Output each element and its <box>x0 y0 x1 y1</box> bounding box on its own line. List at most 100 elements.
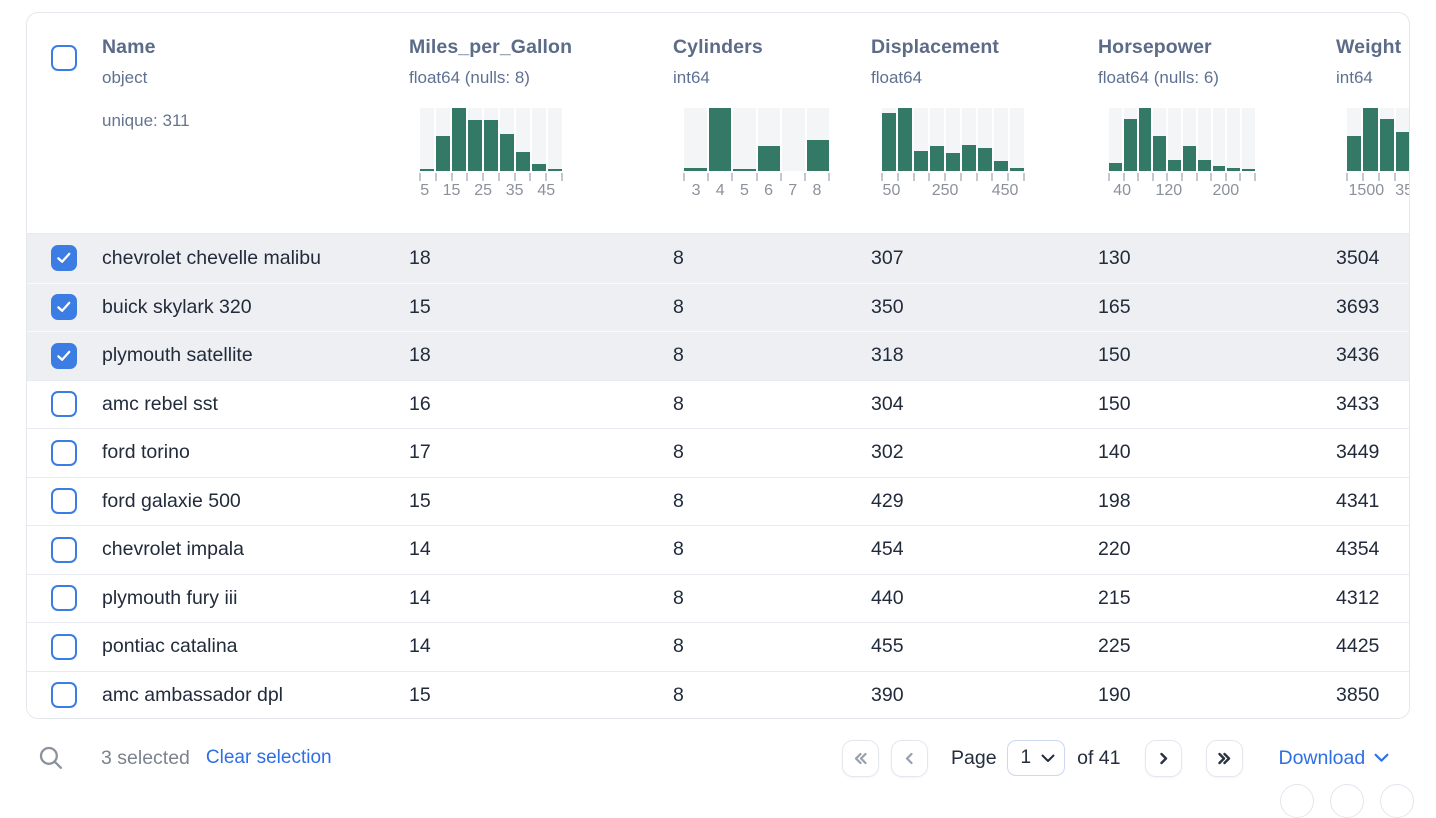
table-row[interactable]: chevrolet impala 14 8 454 220 4354 <box>27 525 1409 574</box>
cell-mpg: 14 <box>409 575 673 623</box>
table-row[interactable]: chevrolet chevelle malibu 18 8 307 130 3… <box>27 234 1409 283</box>
column-unique-count: unique: 311 <box>102 110 190 131</box>
column-type: float64 <box>871 67 1098 88</box>
header-cell-horsepower: Horsepower float64 (nulls: 6) 40120200 <box>1098 13 1336 233</box>
page-select[interactable]: 1 <box>1007 740 1066 776</box>
row-name-cell: plymouth fury iii <box>27 575 409 623</box>
cell-weight: 3504 <box>1336 234 1410 283</box>
cell-horsepower: 150 <box>1098 381 1336 429</box>
last-page-button[interactable] <box>1206 740 1243 777</box>
row-name-cell: ford torino <box>27 429 409 477</box>
table-row[interactable]: buick skylark 320 15 8 350 165 3693 <box>27 283 1409 332</box>
cell-horsepower: 215 <box>1098 575 1336 623</box>
column-type: int64 <box>1336 67 1410 88</box>
column-title: Name <box>102 35 190 59</box>
check-icon <box>55 347 73 365</box>
table-header: Name object unique: 311 Miles_per_Gallon… <box>27 13 1409 234</box>
cell-displacement: 318 <box>871 332 1098 380</box>
row-checkbox[interactable] <box>51 294 77 320</box>
chevron-right-icon <box>1154 749 1173 768</box>
weight-histogram: 15003500 <box>1347 108 1410 201</box>
prev-page-button[interactable] <box>891 740 928 777</box>
table-row[interactable]: pontiac catalina 14 8 455 225 4425 <box>27 622 1409 671</box>
next-page-button[interactable] <box>1145 740 1182 777</box>
row-checkbox[interactable] <box>51 537 77 563</box>
row-name: amc ambassador dpl <box>102 684 283 707</box>
cell-horsepower: 130 <box>1098 234 1336 283</box>
table-row[interactable]: ford galaxie 500 15 8 429 198 4341 <box>27 477 1409 526</box>
table-row[interactable]: ford torino 17 8 302 140 3449 <box>27 428 1409 477</box>
cell-mpg: 14 <box>409 623 673 671</box>
row-checkbox[interactable] <box>51 585 77 611</box>
selected-count: 3 selected <box>101 747 190 770</box>
row-name-cell: pontiac catalina <box>27 623 409 671</box>
hidden-action-button[interactable] <box>1280 784 1314 818</box>
row-name: pontiac catalina <box>102 635 238 658</box>
row-name-cell: plymouth satellite <box>27 332 409 380</box>
cell-cylinders: 8 <box>673 526 871 574</box>
row-checkbox[interactable] <box>51 634 77 660</box>
pagination: Page 1 of 41 Download <box>842 732 1389 784</box>
table-row[interactable]: amc ambassador dpl 15 8 390 190 3850 <box>27 671 1409 720</box>
cell-cylinders: 8 <box>673 623 871 671</box>
cell-horsepower: 220 <box>1098 526 1336 574</box>
chevrons-left-icon <box>851 749 870 768</box>
hidden-action-button[interactable] <box>1380 784 1414 818</box>
data-table-widget: Name object unique: 311 Miles_per_Gallon… <box>0 0 1436 792</box>
cell-weight: 3850 <box>1336 672 1410 720</box>
chevron-down-icon <box>1374 753 1389 763</box>
cell-mpg: 18 <box>409 332 673 380</box>
row-name-cell: amc ambassador dpl <box>27 672 409 720</box>
cell-weight: 4425 <box>1336 623 1410 671</box>
column-type: int64 <box>673 67 871 88</box>
row-name-cell: amc rebel sst <box>27 381 409 429</box>
select-all-checkbox[interactable] <box>51 45 77 71</box>
row-name-cell: buick skylark 320 <box>27 284 409 332</box>
cylinders-histogram: 345678 <box>684 108 829 201</box>
table-row[interactable]: plymouth fury iii 14 8 440 215 4312 <box>27 574 1409 623</box>
row-checkbox[interactable] <box>51 343 77 369</box>
clear-selection-link[interactable]: Clear selection <box>206 747 332 769</box>
cell-cylinders: 8 <box>673 234 871 283</box>
header-cell-cylinders: Cylinders int64 345678 <box>673 13 871 233</box>
search-icon[interactable] <box>38 745 65 772</box>
cell-displacement: 304 <box>871 381 1098 429</box>
row-checkbox[interactable] <box>51 488 77 514</box>
row-checkbox[interactable] <box>51 245 77 271</box>
row-checkbox[interactable] <box>51 391 77 417</box>
table-row[interactable]: amc rebel sst 16 8 304 150 3433 <box>27 380 1409 429</box>
row-name: buick skylark 320 <box>102 296 252 319</box>
page-label: Page <box>951 747 997 770</box>
chevron-left-icon <box>900 749 919 768</box>
header-cell-name: Name object unique: 311 <box>27 13 409 233</box>
column-title: Cylinders <box>673 35 871 59</box>
cell-weight: 4341 <box>1336 478 1410 526</box>
page-total-label: of 41 <box>1077 747 1120 770</box>
row-checkbox[interactable] <box>51 440 77 466</box>
cell-displacement: 302 <box>871 429 1098 477</box>
cell-mpg: 18 <box>409 234 673 283</box>
cell-cylinders: 8 <box>673 429 871 477</box>
cell-cylinders: 8 <box>673 672 871 720</box>
row-name-cell: chevrolet chevelle malibu <box>27 234 409 283</box>
column-type: object <box>102 67 190 88</box>
cell-horsepower: 165 <box>1098 284 1336 332</box>
chevron-down-icon <box>1041 754 1055 763</box>
cell-weight: 3449 <box>1336 429 1410 477</box>
header-cell-displacement: Displacement float64 50250450 <box>871 13 1098 233</box>
download-button[interactable]: Download <box>1279 747 1390 770</box>
cell-weight: 3433 <box>1336 381 1410 429</box>
cell-mpg: 16 <box>409 381 673 429</box>
row-name: plymouth satellite <box>102 344 253 367</box>
cell-horsepower: 190 <box>1098 672 1336 720</box>
cell-horsepower: 150 <box>1098 332 1336 380</box>
cell-horsepower: 140 <box>1098 429 1336 477</box>
hidden-action-button[interactable] <box>1330 784 1364 818</box>
download-label: Download <box>1279 747 1366 770</box>
first-page-button[interactable] <box>842 740 879 777</box>
column-title: Miles_per_Gallon <box>409 35 673 59</box>
cell-horsepower: 198 <box>1098 478 1336 526</box>
row-name-cell: chevrolet impala <box>27 526 409 574</box>
row-checkbox[interactable] <box>51 682 77 708</box>
table-row[interactable]: plymouth satellite 18 8 318 150 3436 <box>27 331 1409 380</box>
